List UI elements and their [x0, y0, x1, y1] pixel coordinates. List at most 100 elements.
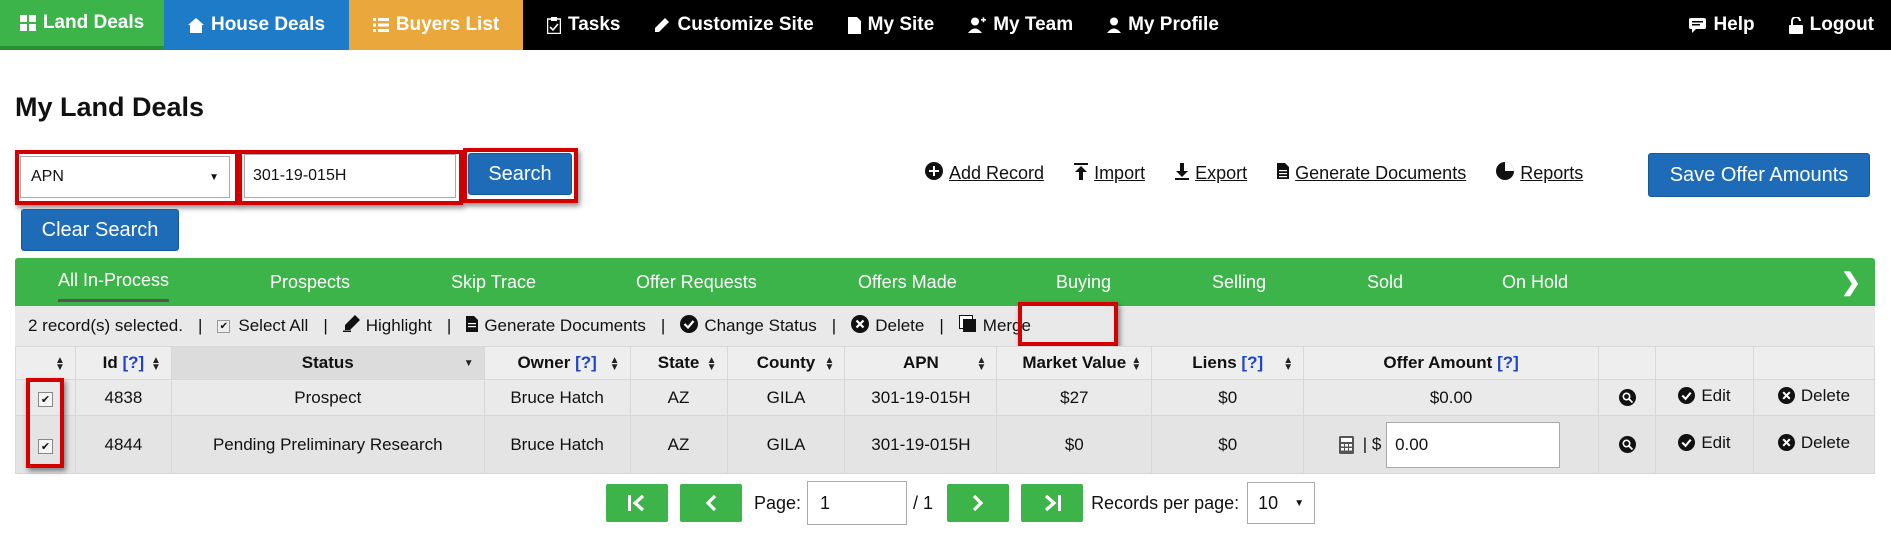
owner-cell: Bruce Hatch: [483, 415, 631, 474]
tab-prospects[interactable]: Prospects: [270, 258, 350, 306]
owner-cell: Bruce Hatch: [483, 379, 631, 416]
last-page-button[interactable]: [1021, 484, 1084, 522]
help-link[interactable]: [?]: [1241, 353, 1263, 372]
tabs-next-arrow[interactable]: ❯: [1841, 268, 1861, 297]
sort-icon: ▲ ▼: [1131, 355, 1142, 373]
check-circle-icon: [680, 314, 699, 338]
status-column-header[interactable]: Status ▼: [170, 346, 485, 380]
save-offer-amounts-button[interactable]: Save Offer Amounts: [1648, 153, 1870, 197]
calculator-icon[interactable]: [1339, 435, 1354, 454]
table-row: ✔ 4844 Pending Preliminary Research Bruc…: [15, 415, 1876, 474]
change-status-action[interactable]: Change Status: [680, 314, 817, 338]
nav-logout[interactable]: Logout: [1772, 0, 1891, 50]
offer-currency-prefix: | $: [1362, 433, 1382, 453]
table-row: ✔ 4838 Prospect Bruce Hatch AZ GILA 301-…: [15, 379, 1876, 416]
tab-on-hold[interactable]: On Hold: [1502, 258, 1568, 306]
checkbox-icon: ✔: [217, 319, 231, 333]
page-label: Page:: [754, 492, 802, 513]
first-page-icon: [628, 494, 645, 512]
tab-buying[interactable]: Buying: [1056, 258, 1111, 306]
edit-column-header: [1655, 346, 1754, 380]
nav-land-deals[interactable]: Land Deals: [0, 0, 164, 50]
county-cell: GILA: [726, 379, 846, 416]
import-link[interactable]: Import: [1074, 162, 1145, 185]
tab-skip-trace[interactable]: Skip Trace: [451, 258, 536, 306]
highlight-action[interactable]: Highlight: [342, 315, 432, 337]
marker-icon: [342, 315, 360, 337]
market-value-column-header[interactable]: Market Value ▲ ▼: [996, 346, 1153, 380]
list-icon: [372, 18, 389, 32]
sort-icon: ▲ ▼: [976, 355, 987, 373]
select-column-header[interactable]: ▲ ▼: [15, 346, 76, 380]
search-field-select[interactable]: APN ▼: [20, 156, 230, 198]
change-status-label: Change Status: [704, 316, 817, 335]
liens-column-header[interactable]: Liens [?] ▲ ▼: [1151, 346, 1305, 380]
download-icon: [1175, 162, 1190, 185]
tab-offers-made[interactable]: Offers Made: [858, 258, 957, 306]
export-link[interactable]: Export: [1175, 162, 1247, 185]
owner-column-header[interactable]: Owner [?] ▲ ▼: [483, 346, 631, 380]
delete-button[interactable]: Delete: [1777, 433, 1850, 453]
sort-icon: ▲ ▼: [1283, 355, 1294, 373]
select-all-action[interactable]: ✔ Select All: [217, 316, 308, 336]
clear-search-button[interactable]: Clear Search: [21, 209, 179, 251]
view-icon[interactable]: [1618, 435, 1636, 453]
edit-button[interactable]: Edit: [1678, 386, 1731, 406]
id-column-header[interactable]: Id [?] ▲ ▼: [74, 346, 172, 380]
first-page-button[interactable]: [606, 484, 668, 522]
delete-action[interactable]: Delete: [851, 314, 924, 338]
nav-customize-site-label: Customize Site: [677, 14, 814, 35]
apn-column-header[interactable]: APN ▲ ▼: [844, 346, 998, 380]
generate-documents-action[interactable]: Generate Documents: [466, 315, 646, 337]
plus-circle-icon: [925, 162, 943, 185]
help-link[interactable]: [?]: [1497, 353, 1519, 372]
edit-label: Edit: [1701, 432, 1731, 452]
reports-link[interactable]: Reports: [1496, 162, 1583, 185]
nav-my-site[interactable]: My Site: [831, 0, 952, 50]
page-number-input[interactable]: 1: [807, 481, 908, 525]
edit-button[interactable]: Edit: [1678, 432, 1731, 453]
tab-offer-requests[interactable]: Offer Requests: [636, 258, 757, 306]
nav-help-label: Help: [1713, 14, 1755, 35]
pagination: Page: 1 / 1 Records per page: 10 ▼: [606, 481, 1316, 525]
nav-customize-site[interactable]: Customize Site: [637, 0, 830, 50]
nav-my-team[interactable]: My Team: [951, 0, 1090, 50]
sort-icon: ▲ ▼: [824, 355, 835, 373]
generate-documents-label: Generate Documents: [1295, 163, 1467, 183]
generate-documents-link[interactable]: Generate Documents: [1277, 162, 1466, 185]
merge-icon: [958, 314, 977, 338]
nav-my-profile[interactable]: My Profile: [1090, 0, 1236, 50]
view-icon[interactable]: [1618, 388, 1636, 406]
tab-sold[interactable]: Sold: [1367, 258, 1403, 306]
separator: |: [939, 316, 944, 335]
add-record-link[interactable]: Add Record: [925, 162, 1044, 185]
delete-button[interactable]: Delete: [1777, 386, 1850, 406]
state-column-header[interactable]: State ▲ ▼: [629, 346, 728, 380]
chevron-right-icon: [972, 494, 984, 512]
nav-tasks[interactable]: Tasks: [523, 0, 637, 50]
sort-icon: ▲ ▼: [150, 355, 161, 373]
next-page-button[interactable]: [947, 484, 1010, 522]
upload-icon: [1074, 162, 1089, 185]
help-link[interactable]: [?]: [122, 353, 144, 372]
pencil-icon: [654, 17, 670, 33]
state-header-label: State: [657, 353, 700, 372]
tab-all-in-process[interactable]: All In-Process: [58, 262, 170, 302]
view-cell: [1598, 379, 1657, 416]
nav-help[interactable]: Help: [1672, 0, 1771, 50]
search-input[interactable]: 301-19-015H: [244, 154, 456, 198]
previous-page-button[interactable]: [680, 484, 742, 522]
apn-cell: 301-19-015H: [844, 379, 998, 416]
user-icon: [1107, 17, 1122, 33]
liens-cell: $0: [1151, 379, 1305, 416]
search-button[interactable]: Search: [468, 153, 572, 195]
records-per-page-select[interactable]: 10 ▼: [1247, 482, 1316, 524]
county-column-header[interactable]: County ▲ ▼: [726, 346, 846, 380]
tab-selling[interactable]: Selling: [1212, 258, 1266, 306]
nav-house-deals[interactable]: House Deals: [164, 0, 349, 50]
help-link[interactable]: [?]: [575, 353, 597, 372]
offer-amount-input[interactable]: 0.00: [1386, 421, 1561, 468]
view-column-header: [1598, 346, 1657, 380]
nav-buyers-list[interactable]: Buyers List: [349, 0, 523, 50]
id-header-label: Id: [102, 353, 118, 372]
